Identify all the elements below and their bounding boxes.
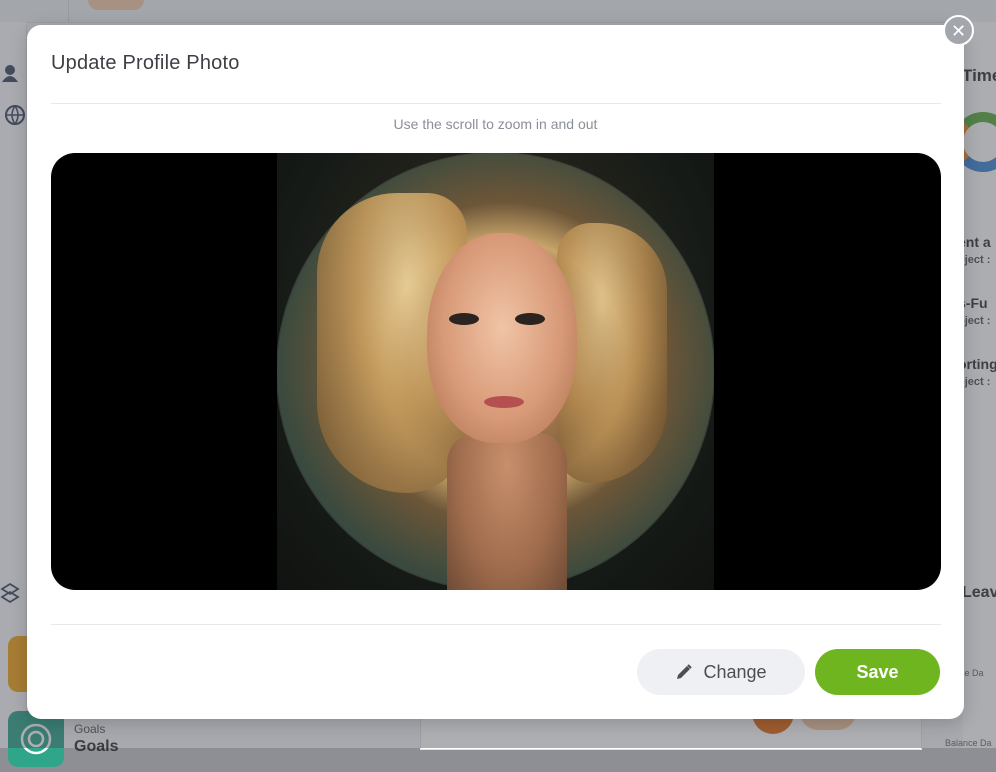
modal-title: Update Profile Photo bbox=[51, 52, 240, 74]
pencil-icon bbox=[677, 664, 693, 679]
photo-face bbox=[427, 233, 577, 443]
save-button[interactable]: Save bbox=[815, 649, 940, 695]
crop-area[interactable] bbox=[51, 153, 941, 590]
change-button[interactable]: Change bbox=[637, 649, 805, 695]
save-button-label: Save bbox=[856, 661, 899, 682]
photo-neck bbox=[447, 433, 567, 590]
update-photo-modal: Update Profile Photo Use the scroll to z… bbox=[27, 25, 964, 719]
photo-lips bbox=[484, 396, 524, 408]
photo-eye-left bbox=[449, 313, 479, 325]
header-divider bbox=[51, 103, 941, 104]
photo-eye-right bbox=[515, 313, 545, 325]
change-button-label: Change bbox=[703, 661, 767, 682]
zoom-hint: Use the scroll to zoom in and out bbox=[393, 116, 598, 132]
close-icon: ✕ bbox=[950, 20, 967, 41]
close-button[interactable]: ✕ bbox=[943, 15, 974, 46]
profile-photo[interactable] bbox=[277, 153, 714, 590]
footer-divider bbox=[51, 624, 941, 625]
